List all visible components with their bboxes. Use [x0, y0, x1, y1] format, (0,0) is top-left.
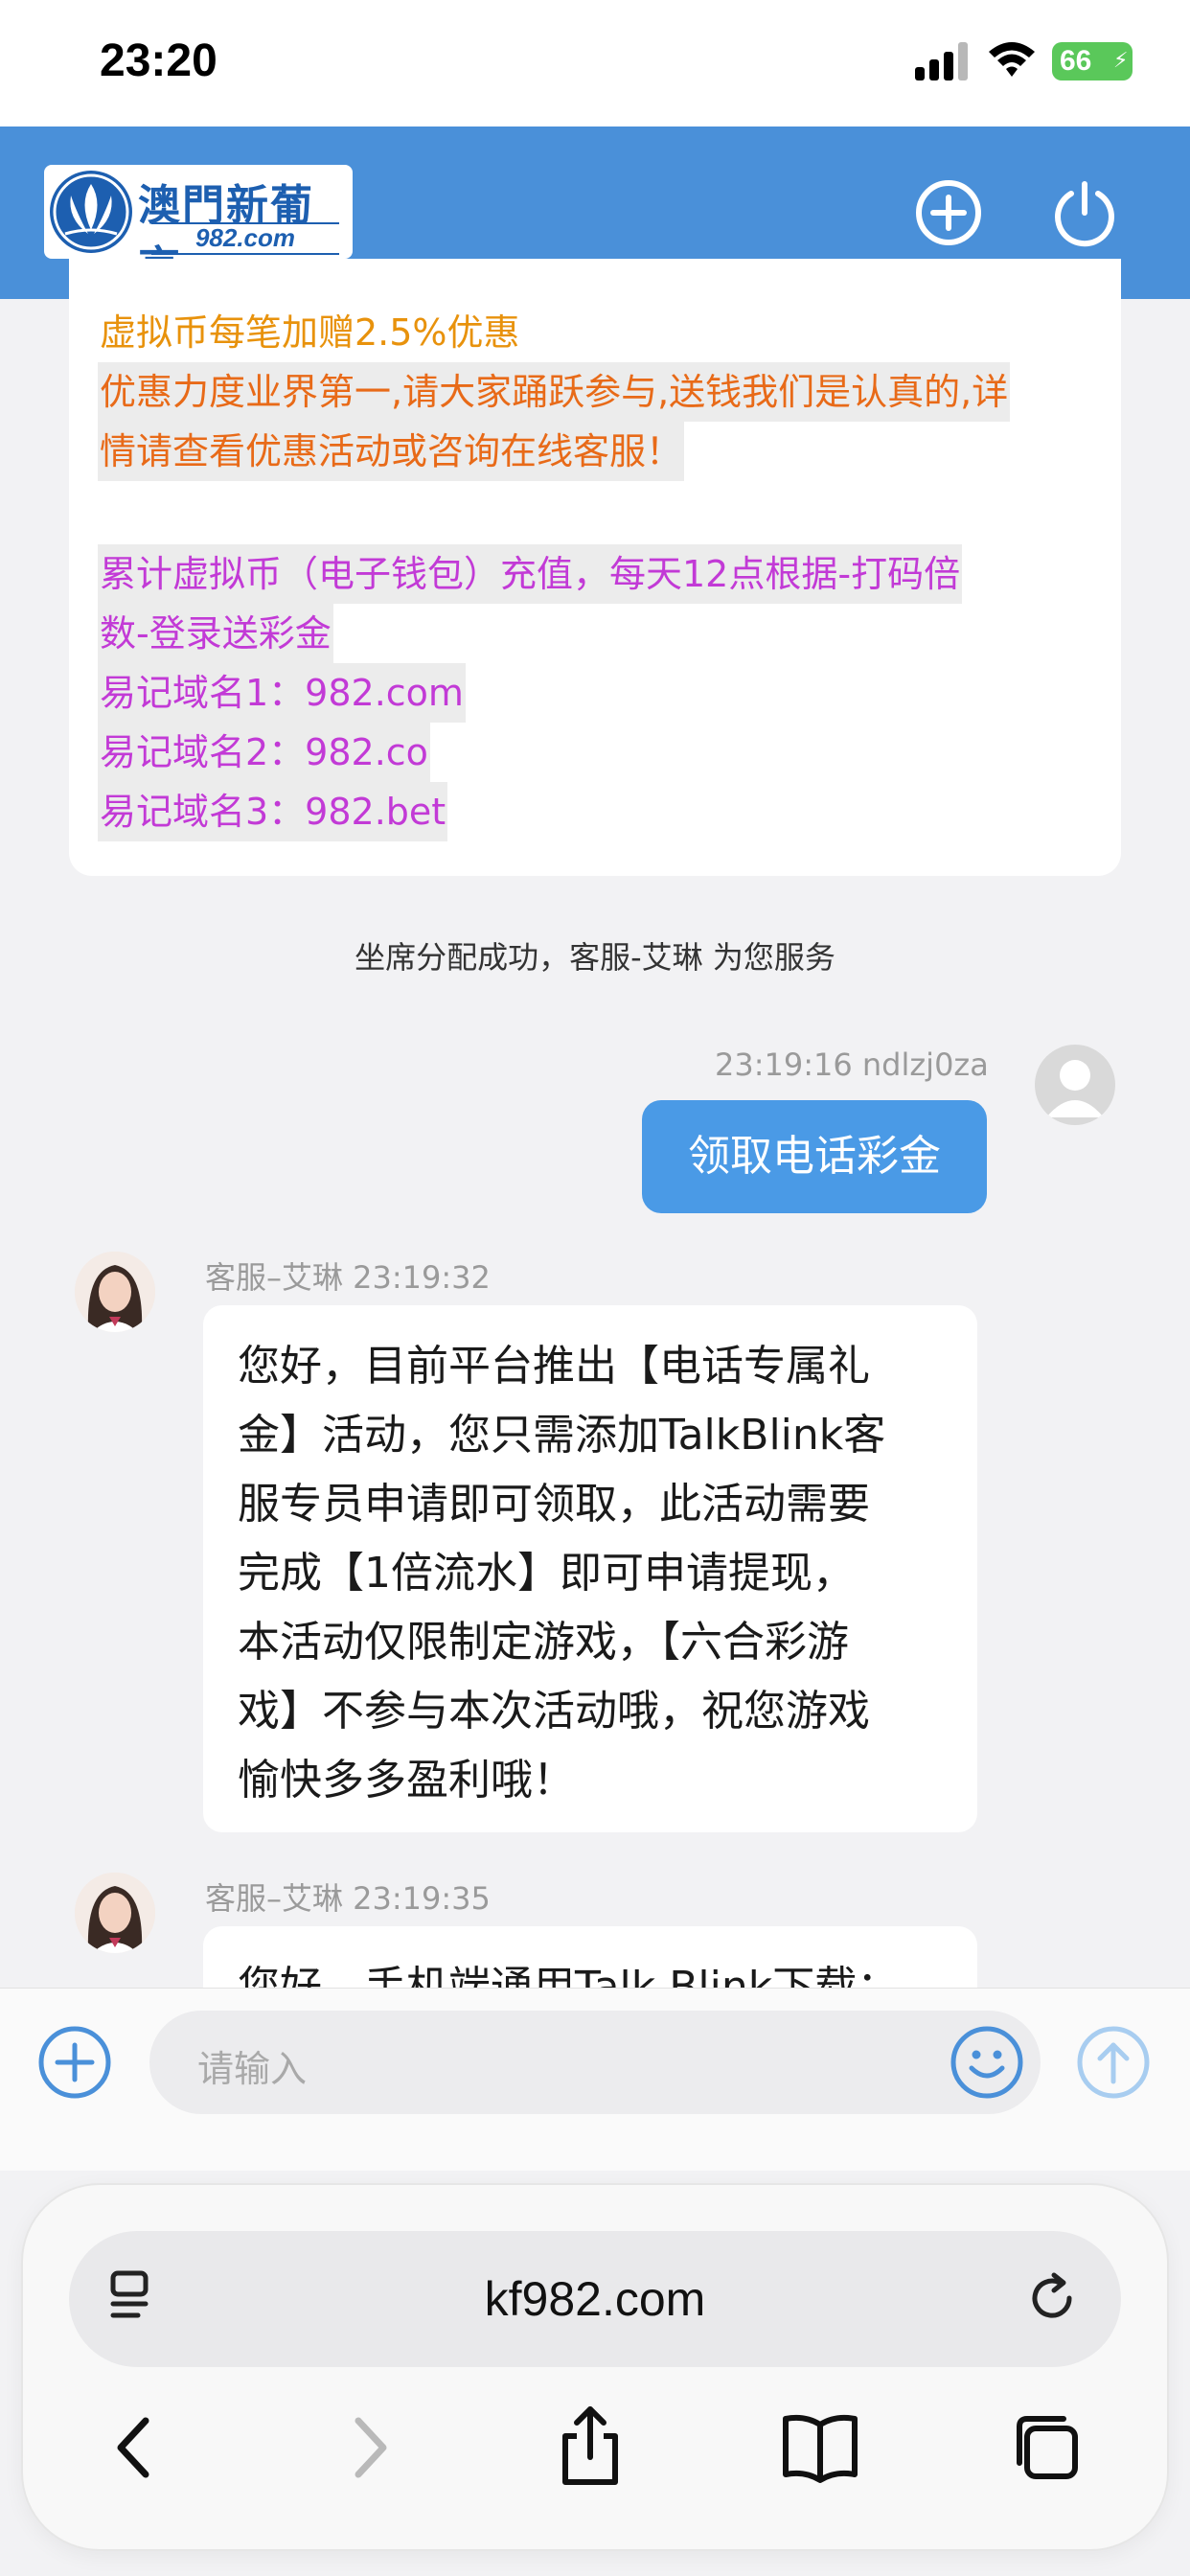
back-icon[interactable]	[100, 2411, 172, 2484]
power-icon[interactable]	[1050, 178, 1119, 247]
forward-icon[interactable]	[332, 2411, 404, 2484]
user-avatar	[1035, 1045, 1115, 1125]
agent-avatar	[75, 1873, 155, 1953]
notice-line: 易记域名3：982.bet	[98, 782, 448, 841]
tabs-icon[interactable]	[1008, 2409, 1085, 2486]
agent-message-bubble[interactable]: 您好，目前平台推出【电话专属礼 金】活动，您只需添加TalkBlink客 服专员…	[203, 1305, 977, 1832]
url-text[interactable]: kf982.com	[0, 2271, 1190, 2327]
send-up-arrow-icon[interactable]	[1075, 2024, 1152, 2101]
user-message-bubble[interactable]: 领取电话彩金	[642, 1100, 987, 1213]
message-line: 服专员申请即可领取，此活动需要	[238, 1480, 870, 1529]
message-input-placeholder: 请输入	[197, 2048, 308, 2090]
message-meta: 客服–艾琳 23:19:35	[205, 1880, 491, 1917]
message-line: 戏】不参与本次活动哦，祝您游戏	[238, 1687, 870, 1736]
smiley-icon[interactable]	[949, 2024, 1025, 2101]
notice-line: 易记域名2：982.co	[98, 723, 430, 782]
message-meta: 23:19:16 ndlzj0za	[715, 1046, 989, 1083]
bookmarks-icon[interactable]	[780, 2411, 860, 2484]
cellular-signal-icon	[915, 42, 969, 80]
charging-bolt-icon: ⚡	[1113, 49, 1129, 73]
message-line: 本活动仅限制定游戏，【六合彩游	[238, 1618, 849, 1667]
notice-line: 情请查看优惠活动或咨询在线客服！	[98, 422, 685, 481]
brand-logo[interactable]: 澳門新葡京 982.com	[44, 165, 353, 259]
notice-line: 数-登录送彩金	[98, 604, 333, 663]
message-line: 完成【1倍流水】即可申请提现，	[238, 1549, 855, 1598]
share-icon[interactable]	[554, 2404, 627, 2488]
notice-line: 累计虚拟币（电子钱包）充值，每天12点根据-打码倍	[98, 544, 963, 604]
system-message: 坐席分配成功，客服-艾琳 为您服务	[355, 939, 835, 976]
wifi-icon	[989, 42, 1035, 77]
logo-emblem-icon	[50, 171, 132, 253]
notice-line: 优惠力度业界第一,请大家踊跃参与,送钱我们是认真的,详	[98, 362, 1011, 422]
battery-level: 66	[1060, 45, 1092, 77]
plus-circle-icon[interactable]	[914, 178, 983, 247]
notice-line: 易记域名1：982.com	[98, 663, 466, 723]
message-meta: 客服–艾琳 23:19:32	[205, 1259, 491, 1296]
message-line: 愉快多多盈利哦！	[238, 1756, 575, 1805]
agent-avatar	[75, 1252, 155, 1332]
logo-domain: 982.com	[151, 222, 339, 255]
status-time: 23:20	[100, 35, 217, 86]
plus-circle-icon[interactable]	[36, 2024, 113, 2101]
message-line: 金】活动，您只需添加TalkBlink客	[238, 1411, 886, 1460]
reload-icon[interactable]	[1021, 2264, 1083, 2331]
notice-line: 虚拟币每笔加赠2.5%优惠	[100, 311, 520, 354]
message-line: 您好，目前平台推出【电话专属礼	[238, 1342, 870, 1391]
